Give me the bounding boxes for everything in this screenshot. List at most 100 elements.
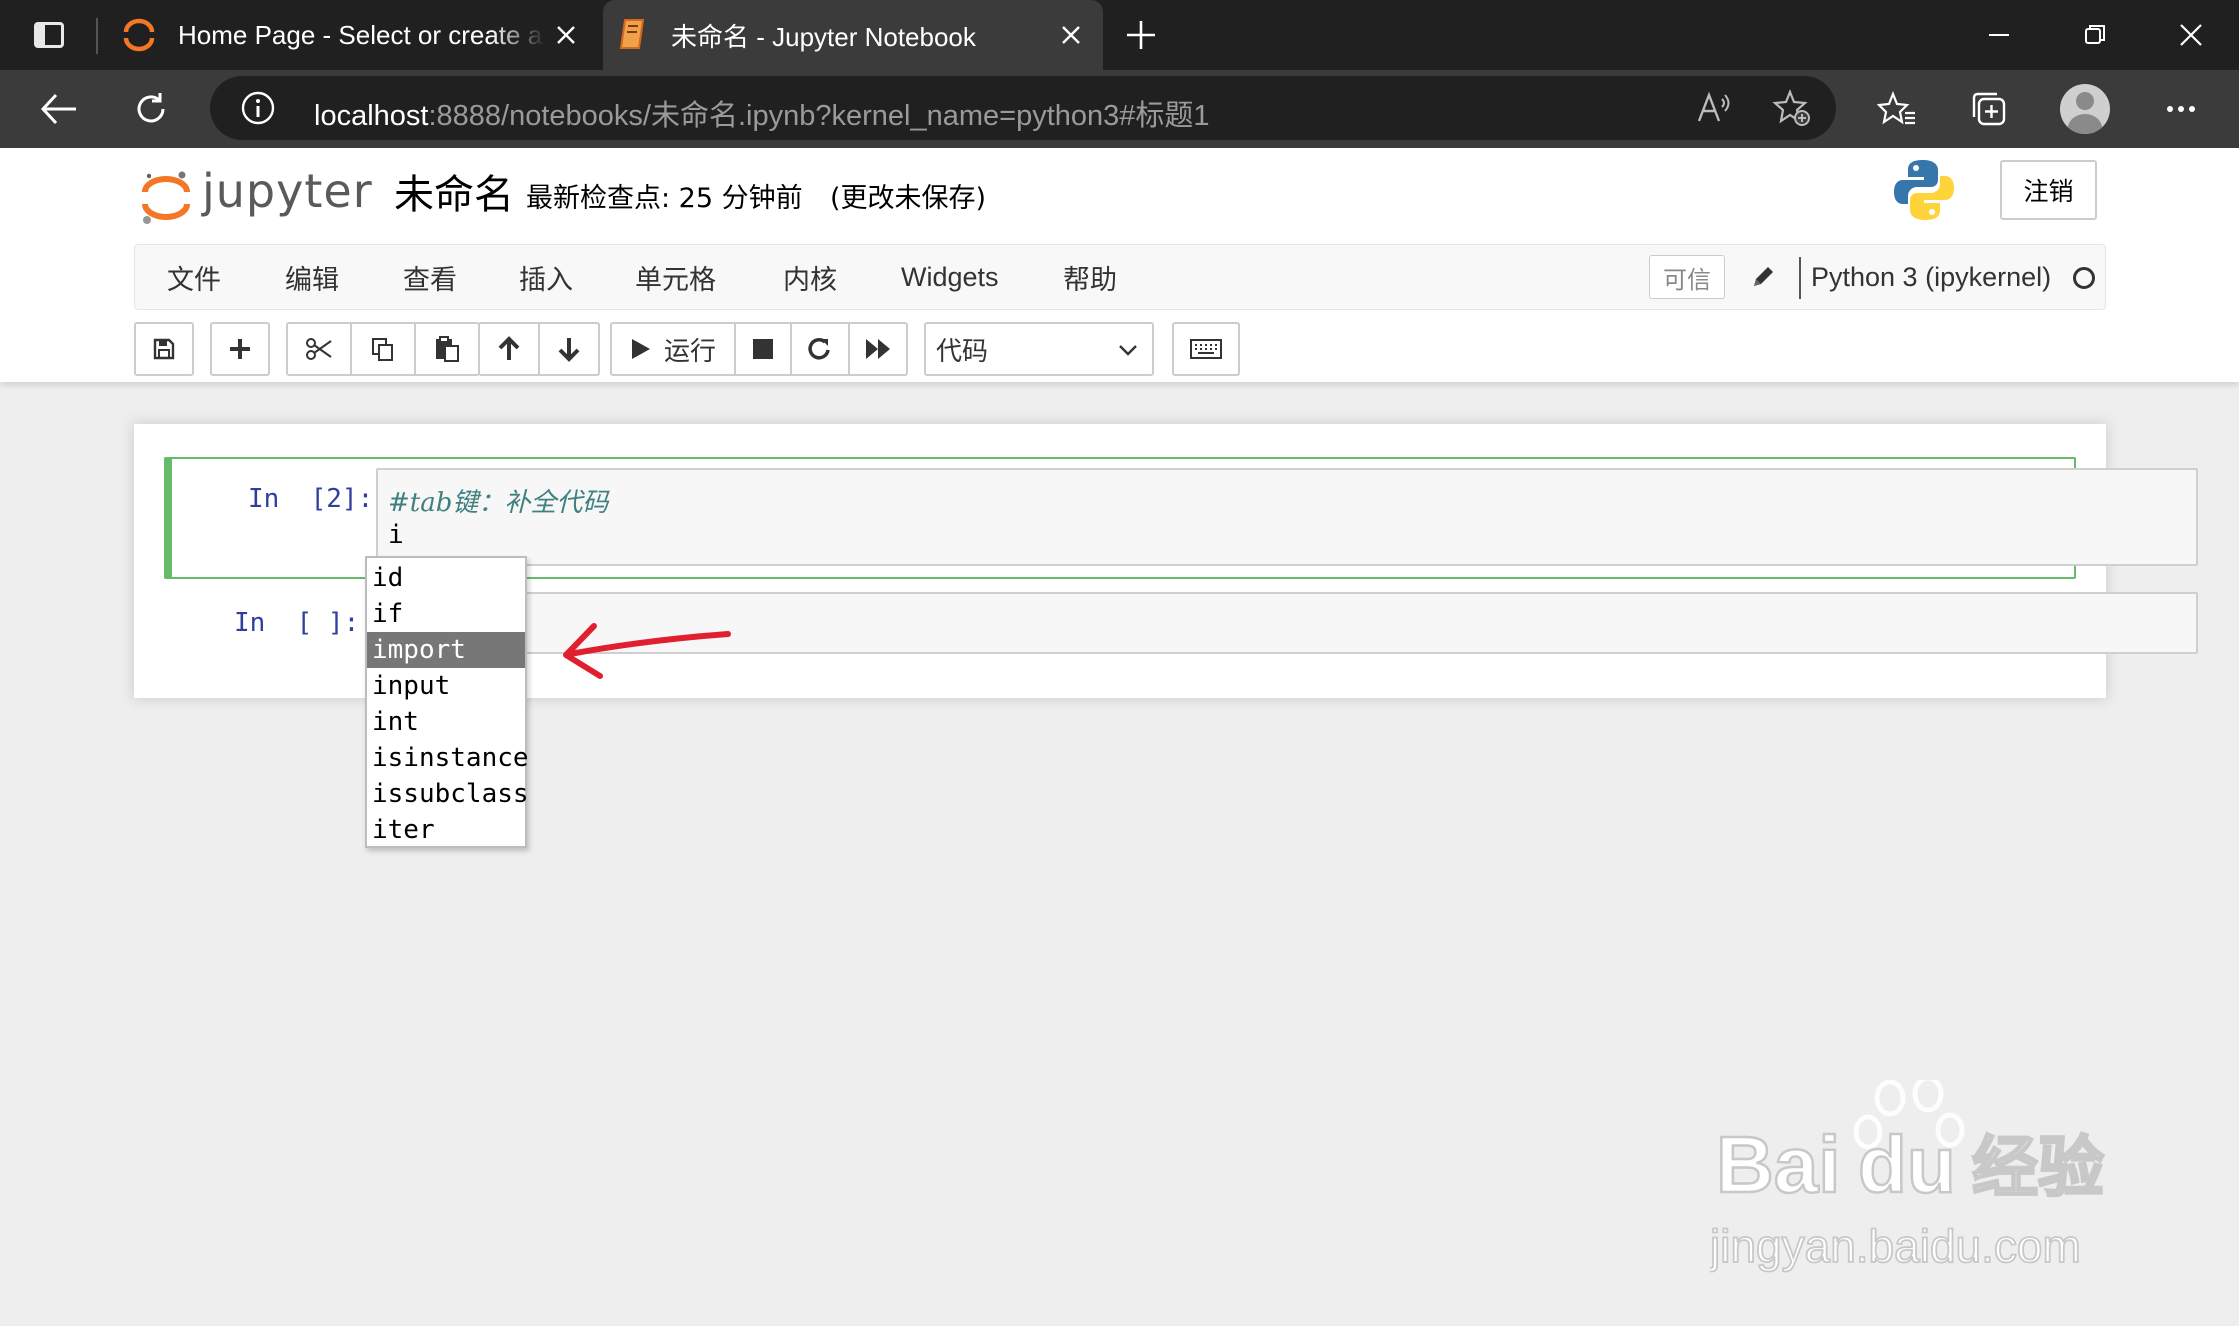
checkpoint-status: 最新检查点: 25 分钟前 bbox=[526, 183, 803, 214]
paste-icon bbox=[436, 336, 459, 362]
menu-edit[interactable]: 编辑 bbox=[285, 245, 339, 309]
run-button[interactable]: 运行 bbox=[610, 322, 736, 376]
menu-file[interactable]: 文件 bbox=[167, 245, 221, 309]
keyboard-icon bbox=[1190, 339, 1222, 359]
tab-separator bbox=[96, 18, 98, 54]
logout-button[interactable]: 注销 bbox=[2000, 160, 2097, 220]
cell-prompt: In [ ]: bbox=[234, 608, 360, 638]
site-info-icon[interactable] bbox=[240, 90, 276, 126]
browser-tab-strip: Home Page - Select or create a n 未命名 - J… bbox=[0, 0, 2239, 70]
restart-button[interactable] bbox=[790, 322, 850, 376]
tab-home-page[interactable]: Home Page - Select or create a n bbox=[110, 0, 598, 70]
favorites-icon[interactable] bbox=[1872, 84, 1922, 134]
python-logo-icon bbox=[1894, 158, 1954, 222]
read-aloud-icon[interactable] bbox=[1694, 88, 1734, 128]
watermark-brand: Bai bbox=[1716, 1120, 1841, 1209]
profile-avatar[interactable] bbox=[2060, 84, 2110, 134]
minimize-icon[interactable] bbox=[1976, 12, 2022, 58]
new-tab-icon[interactable] bbox=[1120, 14, 1162, 56]
menu-insert[interactable]: 插入 bbox=[519, 245, 573, 309]
move-down-button[interactable] bbox=[538, 322, 600, 376]
jupyter-header: jupyter 未命名 最新检查点: 25 分钟前 (更改未保存) 注销 文件 … bbox=[0, 148, 2239, 382]
kernel-separator bbox=[1799, 257, 1801, 299]
save-button[interactable] bbox=[134, 322, 194, 376]
jupyter-favicon-icon bbox=[120, 16, 158, 54]
menu-kernel[interactable]: 内核 bbox=[783, 245, 837, 309]
back-icon[interactable] bbox=[34, 84, 84, 134]
arrow-up-icon bbox=[498, 336, 520, 360]
autocomplete-option[interactable]: input bbox=[367, 668, 525, 704]
autocomplete-option[interactable]: isinstance bbox=[367, 740, 529, 776]
more-options-icon[interactable] bbox=[2156, 84, 2206, 134]
notebook-toolbar: 运行 代码 bbox=[134, 322, 2124, 376]
command-palette-button[interactable] bbox=[1172, 322, 1240, 376]
tab-actions-icon[interactable] bbox=[28, 16, 72, 54]
kernel-idle-indicator bbox=[2073, 267, 2095, 289]
watermark-site: jingyan.baidu.com bbox=[1710, 1220, 2081, 1272]
autosave-status: (更改未保存) bbox=[830, 183, 987, 214]
code-editor[interactable]: #tab键：补全代码 i bbox=[376, 468, 2198, 566]
autocomplete-option[interactable]: issubclass bbox=[367, 776, 529, 812]
address-bar[interactable]: localhost:8888/notebooks/未命名.ipynb?kerne… bbox=[210, 76, 1836, 140]
edit-mode-pencil-icon bbox=[1745, 259, 1781, 295]
watermark-brand-cn: 经验 bbox=[1972, 1129, 2104, 1206]
stop-icon bbox=[753, 339, 773, 359]
refresh-icon[interactable] bbox=[126, 84, 176, 134]
play-icon bbox=[631, 339, 650, 359]
url-text[interactable]: localhost:8888/notebooks/未命名.ipynb?kerne… bbox=[314, 92, 1210, 134]
add-favorite-icon[interactable] bbox=[1772, 88, 1812, 128]
menu-cell[interactable]: 单元格 bbox=[635, 245, 716, 309]
fast-forward-icon bbox=[866, 339, 890, 359]
autocomplete-option[interactable]: iter bbox=[367, 812, 525, 848]
save-icon bbox=[153, 338, 175, 360]
autocomplete-option[interactable]: int bbox=[367, 704, 525, 740]
code-comment-line: #tab键：补全代码 bbox=[388, 488, 609, 518]
autocomplete-dropdown[interactable]: id if import input int isinstance issubc… bbox=[365, 556, 529, 848]
jupyter-logo[interactable]: jupyter bbox=[140, 162, 373, 228]
close-tab-icon[interactable] bbox=[1051, 15, 1091, 55]
code-line: i bbox=[388, 520, 404, 550]
tab-title: Home Page - Select or create a n bbox=[178, 19, 546, 50]
watermark-brand-du: du bbox=[1858, 1120, 1956, 1209]
notebook-favicon-icon bbox=[613, 16, 651, 54]
kernel-name[interactable]: Python 3 (ipykernel) bbox=[1811, 245, 2051, 309]
url-host: localhost bbox=[314, 100, 429, 132]
menu-view[interactable]: 查看 bbox=[403, 245, 457, 309]
browser-navigation-bar: localhost:8888/notebooks/未命名.ipynb?kerne… bbox=[0, 70, 2239, 148]
interrupt-button[interactable] bbox=[734, 322, 792, 376]
chevron-down-icon bbox=[1119, 345, 1137, 356]
close-window-icon[interactable] bbox=[2168, 12, 2214, 58]
autocomplete-option[interactable]: id bbox=[367, 560, 525, 596]
tab-title: 未命名 - Jupyter Notebook bbox=[671, 21, 976, 52]
run-label: 运行 bbox=[663, 336, 716, 367]
jupyter-logo-text: jupyter bbox=[202, 164, 373, 218]
cell-type-select[interactable]: 代码 bbox=[924, 322, 1154, 376]
baidu-jingyan-watermark: Bai du 经验 jingyan.baidu.com bbox=[1707, 1075, 2130, 1280]
insert-cell-button[interactable] bbox=[210, 322, 270, 376]
autocomplete-option-selected[interactable]: import bbox=[367, 632, 525, 668]
restore-icon[interactable] bbox=[2072, 12, 2118, 58]
paste-button[interactable] bbox=[414, 322, 480, 376]
move-up-button[interactable] bbox=[478, 322, 540, 376]
close-tab-icon[interactable] bbox=[546, 15, 586, 55]
copy-icon bbox=[372, 338, 393, 361]
url-path: :8888/notebooks/未命名.ipynb?kernel_name=py… bbox=[428, 100, 1210, 132]
collections-icon[interactable] bbox=[1964, 84, 2014, 134]
notebook-name[interactable]: 未命名 bbox=[394, 162, 514, 220]
cell-prompt: In [2]: bbox=[248, 484, 374, 514]
scissors-icon bbox=[306, 338, 332, 360]
annotation-arrow-icon bbox=[563, 623, 731, 679]
trusted-badge[interactable]: 可信 bbox=[1649, 255, 1725, 299]
tab-untitled-notebook[interactable]: 未命名 - Jupyter Notebook bbox=[603, 0, 1103, 70]
notebook-menubar: 文件 编辑 查看 插入 单元格 内核 Widgets 帮助 可信 Python … bbox=[134, 244, 2106, 310]
arrow-down-icon bbox=[558, 338, 580, 362]
plus-icon bbox=[230, 339, 250, 359]
restart-run-all-button[interactable] bbox=[848, 322, 908, 376]
restart-icon bbox=[808, 338, 830, 360]
copy-button[interactable] bbox=[350, 322, 416, 376]
cell-type-value: 代码 bbox=[936, 336, 989, 367]
autocomplete-option[interactable]: if bbox=[367, 596, 525, 632]
menu-widgets[interactable]: Widgets bbox=[901, 245, 999, 309]
cut-button[interactable] bbox=[286, 322, 352, 376]
menu-help[interactable]: 帮助 bbox=[1063, 245, 1117, 309]
